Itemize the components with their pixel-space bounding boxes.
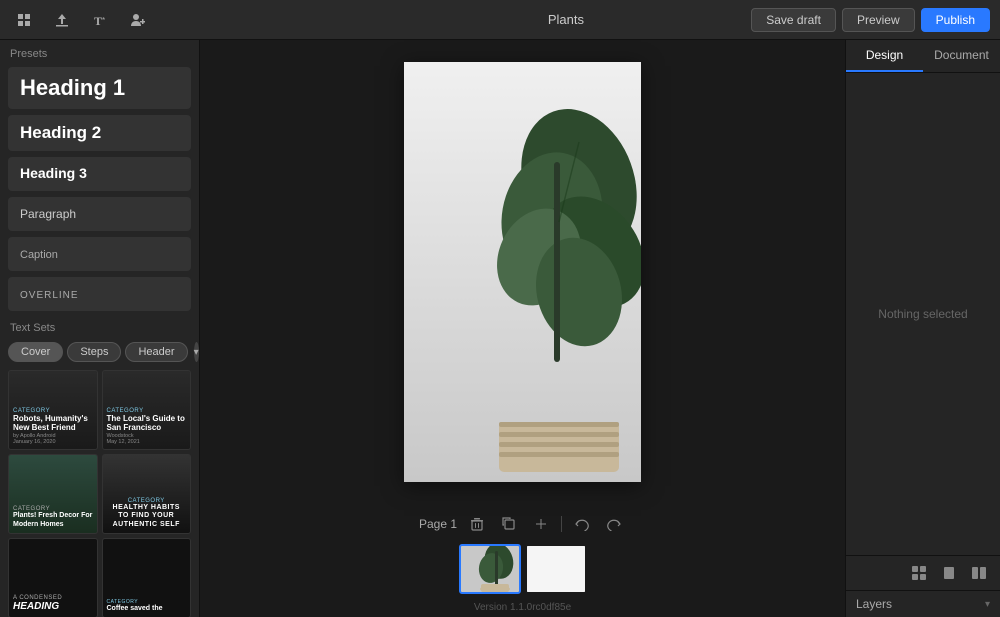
thumbnail-1[interactable]	[459, 544, 521, 594]
tab-steps[interactable]: Steps	[67, 342, 121, 362]
tab-design[interactable]: Design	[846, 40, 923, 72]
publish-button[interactable]: Publish	[921, 8, 990, 32]
multi-column-icon[interactable]	[968, 562, 990, 584]
preview-button[interactable]: Preview	[842, 8, 915, 32]
page-title: Plants	[381, 12, 752, 27]
copy-page-icon[interactable]	[497, 512, 521, 536]
preset-paragraph[interactable]: Paragraph	[8, 197, 191, 231]
preset-heading2-label: Heading 2	[20, 123, 101, 142]
grid-icon[interactable]	[908, 562, 930, 584]
delete-page-icon[interactable]	[465, 512, 489, 536]
card-date: May 12, 2021	[107, 439, 187, 445]
preset-heading3-label: Heading 3	[20, 165, 87, 181]
top-bar-left-icons: T *	[10, 6, 381, 34]
preset-paragraph-label: Paragraph	[20, 207, 76, 221]
tab-header[interactable]: Header	[125, 342, 187, 362]
presets-label: Presets	[0, 40, 199, 64]
card-title: Robots, Humanity's New Best Friend	[13, 414, 93, 433]
thumbnail-2-inner	[527, 546, 585, 592]
svg-text:*: *	[102, 16, 105, 25]
page-label: Page 1	[419, 517, 457, 531]
page-canvas	[404, 62, 641, 482]
right-sidebar: Design Document Nothing selected	[845, 40, 1000, 617]
preset-heading1[interactable]: Heading 1	[8, 67, 191, 109]
text-icon[interactable]: T *	[86, 6, 114, 34]
top-bar: T * Plants Save draft Preview Publish	[0, 0, 1000, 40]
right-icon-row	[846, 556, 1000, 590]
card-title: Coffee saved the	[107, 605, 187, 613]
preset-heading3[interactable]: Heading 3	[8, 157, 191, 191]
card-title: HEADING	[13, 601, 93, 613]
control-divider	[561, 516, 562, 532]
layers-label: Layers	[856, 597, 892, 611]
save-draft-button[interactable]: Save draft	[751, 8, 836, 32]
home-icon[interactable]	[10, 6, 38, 34]
single-column-icon[interactable]	[938, 562, 960, 584]
tab-cover[interactable]: Cover	[8, 342, 63, 362]
tab-document[interactable]: Document	[923, 40, 1000, 72]
top-bar-actions: Save draft Preview Publish	[751, 8, 990, 32]
thumbnail-1-inner	[461, 546, 519, 592]
upload-icon[interactable]	[48, 6, 76, 34]
thumbnail-2[interactable]	[525, 544, 587, 594]
redo-icon[interactable]	[602, 512, 626, 536]
list-item[interactable]: CATEGORY Robots, Humanity's New Best Fri…	[8, 370, 98, 450]
preset-cards-grid: CATEGORY Robots, Humanity's New Best Fri…	[0, 366, 199, 538]
list-item[interactable]: CATEGORY Coffee saved the	[102, 538, 192, 617]
right-tabs: Design Document	[846, 40, 1000, 73]
list-item[interactable]: CATEGORY Plants! Fresh Decor For Modern …	[8, 454, 98, 534]
layers-bar[interactable]: Layers ▾	[846, 590, 1000, 617]
preset-overline-label: OVERLINE	[20, 290, 79, 301]
expand-button[interactable]: ▾	[194, 342, 199, 362]
preset-heading1-label: Heading 1	[20, 75, 125, 100]
right-bottom: Layers ▾	[846, 555, 1000, 617]
person-add-icon[interactable]	[124, 6, 152, 34]
thumbnail-row	[459, 544, 587, 602]
main-layout: Presets Heading 1 Heading 2 Heading 3 Pa…	[0, 40, 1000, 617]
version-text: Version 1.1.0rc0df85e	[464, 602, 581, 617]
preset-heading2[interactable]: Heading 2	[8, 115, 191, 151]
page-controls: Page 1	[419, 504, 626, 544]
svg-text:T: T	[94, 14, 102, 28]
preset-overline[interactable]: OVERLINE	[8, 277, 191, 311]
add-page-icon[interactable]	[529, 512, 553, 536]
layers-chevron-icon: ▾	[985, 599, 990, 610]
nothing-selected: Nothing selected	[878, 307, 967, 321]
card-title: HEALTHY HABITS TO FIND YOUR AUTHENTIC SE…	[107, 504, 187, 529]
card-title: Plants! Fresh Decor For Modern Homes	[13, 512, 93, 529]
preset-cards-grid-bottom: A CONDENSED HEADING CATEGORY Coffee save…	[0, 538, 199, 617]
list-item[interactable]: CATEGORY HEALTHY HABITS TO FIND YOUR AUT…	[102, 454, 192, 534]
preset-caption[interactable]: Caption	[8, 237, 191, 271]
card-date: January 16, 2020	[13, 439, 93, 445]
preset-caption-label: Caption	[20, 249, 58, 261]
text-set-tabs: Cover Steps Header ▾	[0, 338, 199, 366]
undo-icon[interactable]	[570, 512, 594, 536]
canvas-scroll: ›	[200, 40, 845, 504]
list-item[interactable]: CATEGORY The Local's Guide to San Franci…	[102, 370, 192, 450]
canvas-area: › Page 1	[200, 40, 845, 617]
list-item[interactable]: A CONDENSED HEADING	[8, 538, 98, 617]
left-sidebar: Presets Heading 1 Heading 2 Heading 3 Pa…	[0, 40, 200, 617]
right-content: Nothing selected	[846, 73, 1000, 555]
text-sets-label: Text Sets	[0, 314, 199, 338]
card-title: The Local's Guide to San Francisco	[107, 414, 187, 433]
